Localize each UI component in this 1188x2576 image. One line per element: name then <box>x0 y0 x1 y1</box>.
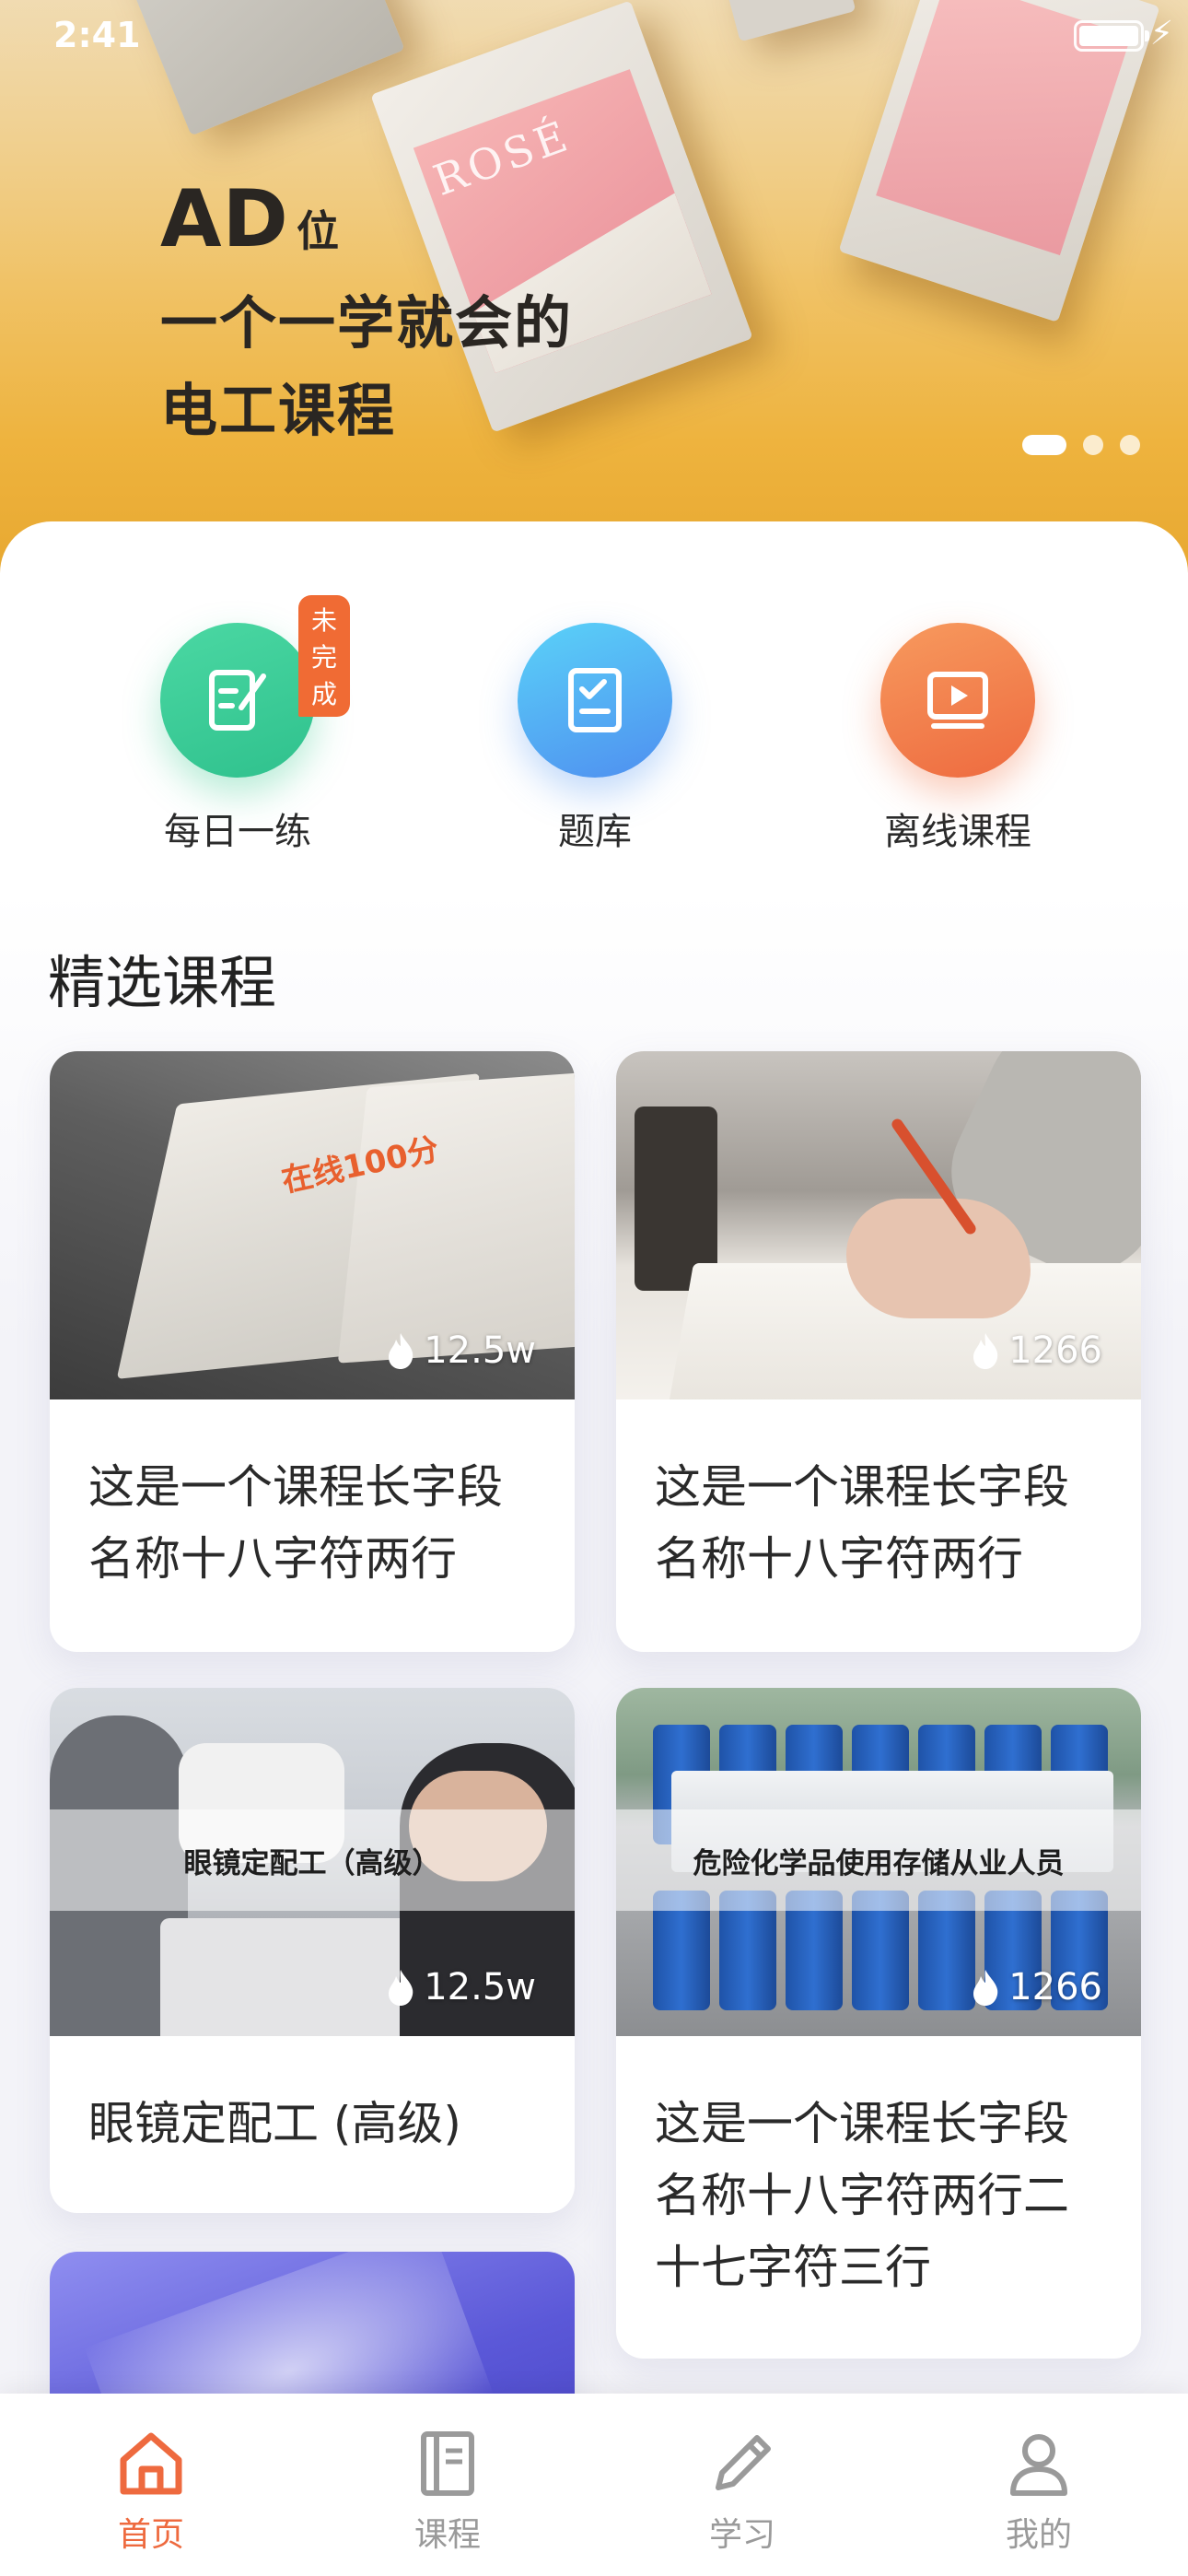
quick-action-daily-practice[interactable]: 未完成 每日一练 <box>99 595 376 855</box>
course-card[interactable]: 危险化学品使用存储从业人员 1266 这是一个课程长字段名称十八字符两行二十七字… <box>616 1688 1141 2359</box>
banner-ad-label: AD 位 <box>160 173 339 265</box>
course-thumbnail: 眼镜定配工（高级） 12.5w <box>50 1688 575 2036</box>
question-bank-button[interactable] <box>518 623 672 778</box>
quick-action-label: 题库 <box>558 811 632 853</box>
tab-courses[interactable]: 课程 <box>355 2427 540 2556</box>
daily-practice-button[interactable]: 未完成 <box>160 595 351 778</box>
tab-study[interactable]: 学习 <box>650 2427 834 2556</box>
view-count-text: 1266 <box>1008 1329 1102 1372</box>
view-count: 1266 <box>970 1329 1102 1372</box>
offline-courses-button[interactable] <box>880 623 1035 778</box>
status-bar: 2:41 ⚡ <box>0 0 1188 74</box>
charging-icon: ⚡ <box>1149 15 1173 53</box>
course-title: 这是一个课程长字段名称十八字符两行二十七字符三行 <box>655 2097 1069 2294</box>
course-title: 眼镜定配工 (高级) <box>88 2097 461 2150</box>
app-screen: ROSÉ AD 位 一个一学就会的 电工课程 2:41 ⚡ 未完成 每日一练 题… <box>0 0 1188 2576</box>
checklist-icon <box>568 668 622 732</box>
thumbnail-caption: 危险化学品使用存储从业人员 <box>616 1809 1141 1911</box>
quick-action-label: 每日一练 <box>164 811 311 853</box>
tab-label: 课程 <box>413 2516 481 2554</box>
course-card[interactable]: 1266 这是一个课程长字段名称十八字符两行 <box>616 1051 1141 1652</box>
course-thumbnail: 1266 <box>616 1051 1141 1399</box>
status-time: 2:41 <box>53 15 141 55</box>
banner-pagination <box>1022 435 1140 455</box>
pagination-dot-active[interactable] <box>1022 435 1066 455</box>
flame-icon <box>973 1333 998 1369</box>
banner-ad-big: AD <box>160 173 289 265</box>
course-thumbnail: 危险化学品使用存储从业人员 1266 <box>616 1688 1141 2036</box>
view-count: 12.5w <box>385 1966 536 2008</box>
pagination-dot[interactable] <box>1120 435 1140 455</box>
banner-ad-small: 位 <box>296 206 339 256</box>
quick-action-label: 离线课程 <box>884 811 1031 853</box>
quick-action-offline-courses[interactable]: 离线课程 <box>820 623 1096 855</box>
pagination-dot[interactable] <box>1083 435 1103 455</box>
tab-label: 学习 <box>708 2516 775 2554</box>
section-title-featured: 精选课程 <box>48 949 277 1016</box>
flame-icon <box>389 1333 413 1369</box>
home-icon <box>120 2432 182 2495</box>
course-card[interactable]: 眼镜定配工（高级） 12.5w 眼镜定配工 (高级) <box>50 1688 575 2213</box>
tab-label: 我的 <box>1005 2516 1072 2554</box>
video-play-icon <box>927 672 988 729</box>
course-thumbnail: 在线100分 12.5w <box>50 1051 575 1399</box>
ad-banner[interactable]: ROSÉ AD 位 一个一学就会的 电工课程 <box>0 0 1188 590</box>
view-count-text: 12.5w <box>424 1966 536 2008</box>
banner-headline-2: 电工课程 <box>160 377 397 444</box>
tab-label: 首页 <box>117 2516 184 2554</box>
flame-icon <box>389 1970 413 2006</box>
user-icon <box>1010 2434 1067 2496</box>
view-count-text: 1266 <box>1008 1966 1102 2008</box>
battery-icon <box>1074 20 1149 52</box>
view-count-text: 12.5w <box>424 1329 536 1372</box>
bottom-tab-bar: 首页 课程 学习 我的 <box>0 2394 1188 2576</box>
view-count: 12.5w <box>385 1329 536 1372</box>
edit-note-icon <box>209 670 266 731</box>
tab-profile[interactable]: 我的 <box>947 2427 1131 2556</box>
course-title: 这是一个课程长字段名称十八字符两行 <box>88 1460 503 1586</box>
pencil-icon <box>716 2435 771 2490</box>
view-count: 1266 <box>970 1966 1102 2008</box>
course-card[interactable]: 在线100分 12.5w 这是一个课程长字段名称十八字符两行 <box>50 1051 575 1652</box>
incomplete-badge: 未完成 <box>298 595 351 717</box>
book-icon <box>421 2431 474 2496</box>
banner-headline-1: 一个一学就会的 <box>160 289 574 357</box>
thumbnail-caption: 眼镜定配工（高级） <box>50 1809 575 1911</box>
tab-home[interactable]: 首页 <box>59 2427 243 2556</box>
flame-icon <box>973 1970 998 2006</box>
quick-actions: 未完成 每日一练 题库 离线课程 <box>0 595 1188 899</box>
course-title: 这是一个课程长字段名称十八字符两行 <box>655 1460 1069 1586</box>
quick-action-question-bank[interactable]: 题库 <box>457 623 733 855</box>
